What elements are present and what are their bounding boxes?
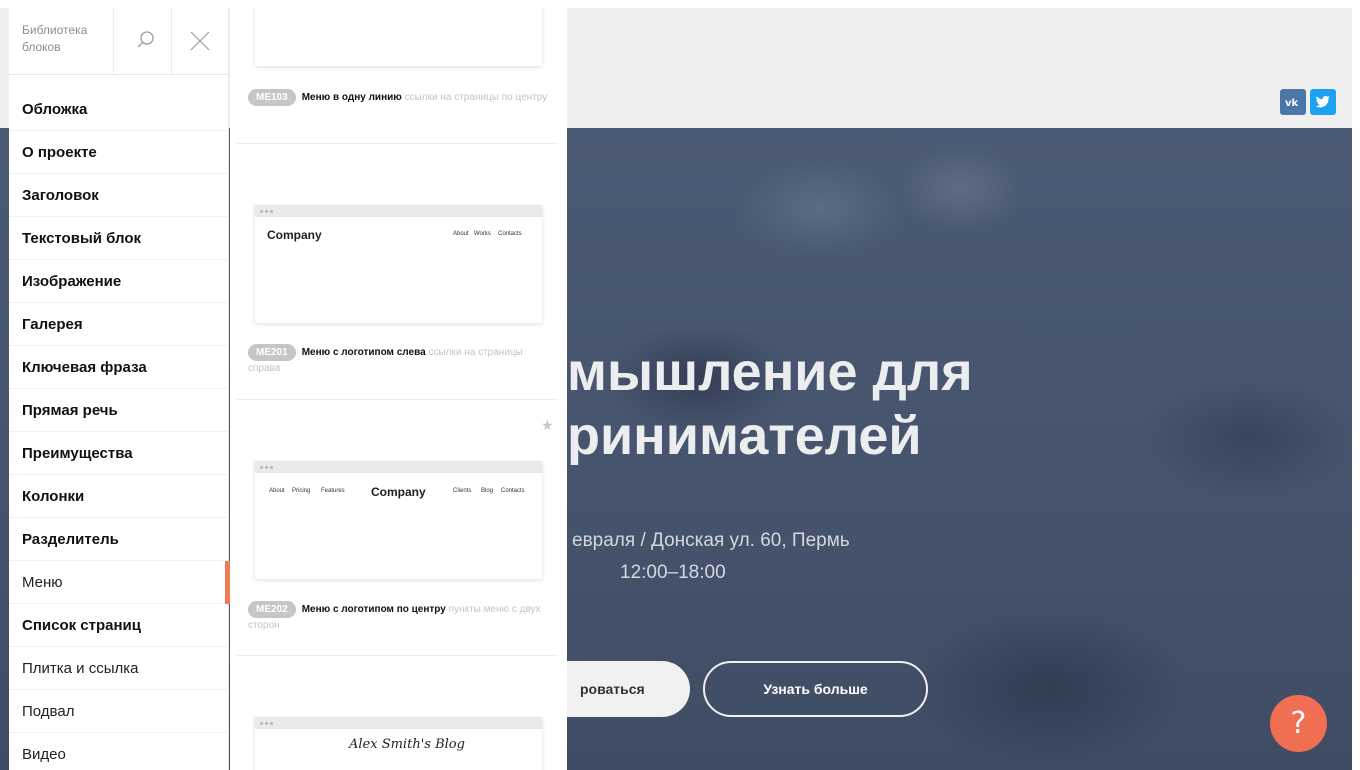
close-glyph (190, 31, 210, 51)
thumb-brand: Alex Smith's Blog (349, 737, 465, 752)
sidebar-item-cover[interactable]: Обложка (9, 88, 229, 131)
app-window: vk мышление для ринимателей евраля / Дон… (0, 0, 1360, 770)
thumb-link: Works (474, 231, 491, 237)
block-caption-me103: ME103 Меню в одну линию ссылки на страниц… (248, 89, 553, 106)
category-list: Обложка О проекте Заголовок Текстовый бл… (9, 88, 230, 770)
block-thumbnail-blog[interactable]: Alex Smith's Blog (255, 717, 542, 770)
sidebar-item-heading[interactable]: Заголовок (9, 174, 229, 217)
thumb-link: Clients (453, 488, 472, 494)
thumb-link: About (453, 231, 469, 237)
favorite-star-icon[interactable]: ★ (541, 418, 554, 434)
block-caption-me202: ME202 Меню с логотипом по центру пункты м… (248, 601, 553, 634)
thumb-link: Contacts (498, 231, 522, 237)
block-code-badge: ME103 (248, 89, 296, 106)
block-code-badge: ME202 (248, 601, 296, 618)
hero-date-place: евраля / Донская ул. 60, Пермь (572, 530, 850, 551)
sidebar-header: Библиотека блоков (9, 8, 229, 75)
sidebar-item-features[interactable]: Преимущества (9, 432, 229, 475)
thumb-browser-bar (255, 461, 542, 473)
block-code-badge: ME201 (248, 344, 296, 361)
help-button[interactable]: ? (1270, 695, 1327, 752)
card-divider (237, 399, 558, 400)
block-name: Меню с логотипом по центру (301, 604, 446, 616)
sidebar-item-key-phrase[interactable]: Ключевая фраза (9, 346, 229, 389)
thumb-link: About (269, 488, 285, 494)
sidebar-item-gallery[interactable]: Галерея (9, 303, 229, 346)
thumb-brand: Company (267, 228, 322, 242)
card-divider (237, 655, 558, 656)
sidebar-item-page-list[interactable]: Список страниц (9, 604, 229, 647)
hero-title-line-2: ринимателей (567, 406, 922, 466)
sidebar-item-columns[interactable]: Колонки (9, 475, 229, 518)
block-thumbnail-me201[interactable]: Company About Works Contacts (255, 205, 542, 323)
thumb-link: Features (321, 488, 345, 494)
thumb-link: Blog (481, 488, 494, 494)
svg-text:vk: vk (1285, 98, 1299, 108)
twitter-bird-glyph (1315, 95, 1330, 108)
block-thumbnail-me103[interactable] (255, 8, 542, 66)
sidebar-item-image[interactable]: Изображение (9, 260, 229, 303)
thumb-browser-bar (255, 205, 542, 217)
header-divider (113, 8, 114, 75)
vk-icon[interactable]: vk (1280, 89, 1306, 115)
block-library-panel: ME103 Меню в одну линию ссылки на страниц… (230, 8, 567, 770)
header-divider (171, 8, 172, 75)
block-thumbnail-me202[interactable]: About Pricing Features Company Clients B… (255, 461, 542, 579)
sidebar-item-about[interactable]: О проекте (9, 131, 229, 174)
search-icon[interactable] (130, 26, 160, 56)
sidebar-item-divider[interactable]: Разделитель (9, 518, 229, 561)
sidebar-title: Библиотека блоков (22, 23, 88, 54)
block-name: Меню с логотипом слева (301, 347, 426, 359)
card-divider (237, 143, 558, 144)
close-icon[interactable] (185, 26, 215, 56)
sidebar-item-text-block[interactable]: Текстовый блок (9, 217, 229, 260)
sidebar-item-footer[interactable]: Подвал (9, 690, 229, 733)
twitter-icon[interactable] (1310, 89, 1336, 115)
hero-time: 12:00–18:00 (620, 562, 726, 583)
search-glyph (137, 31, 154, 48)
thumb-browser-bar (255, 717, 542, 729)
sidebar-item-video[interactable]: Видео (9, 733, 229, 770)
block-caption-me201: ME201 Меню с логотипом слева ссылки на ст… (248, 344, 553, 377)
hero-title-line-1: мышление для (567, 342, 973, 402)
sidebar-item-menu[interactable]: Меню (9, 561, 230, 604)
learn-more-button[interactable]: Узнать больше (703, 661, 928, 717)
sidebar-item-tile-link[interactable]: Плитка и ссылка (9, 647, 229, 690)
block-description: ссылки на страницы по центру (404, 92, 548, 104)
block-categories-sidebar: Библиотека блоков Обложка О проекте Заго… (9, 8, 230, 770)
social-links: vk (1280, 89, 1336, 115)
block-name: Меню в одну линию (301, 92, 402, 104)
sidebar-item-quote[interactable]: Прямая речь (9, 389, 229, 432)
vk-logo-glyph: vk (1285, 98, 1299, 108)
thumb-brand: Company (371, 485, 426, 499)
thumb-link: Pricing (292, 488, 311, 494)
thumb-link: Contacts (501, 488, 525, 494)
